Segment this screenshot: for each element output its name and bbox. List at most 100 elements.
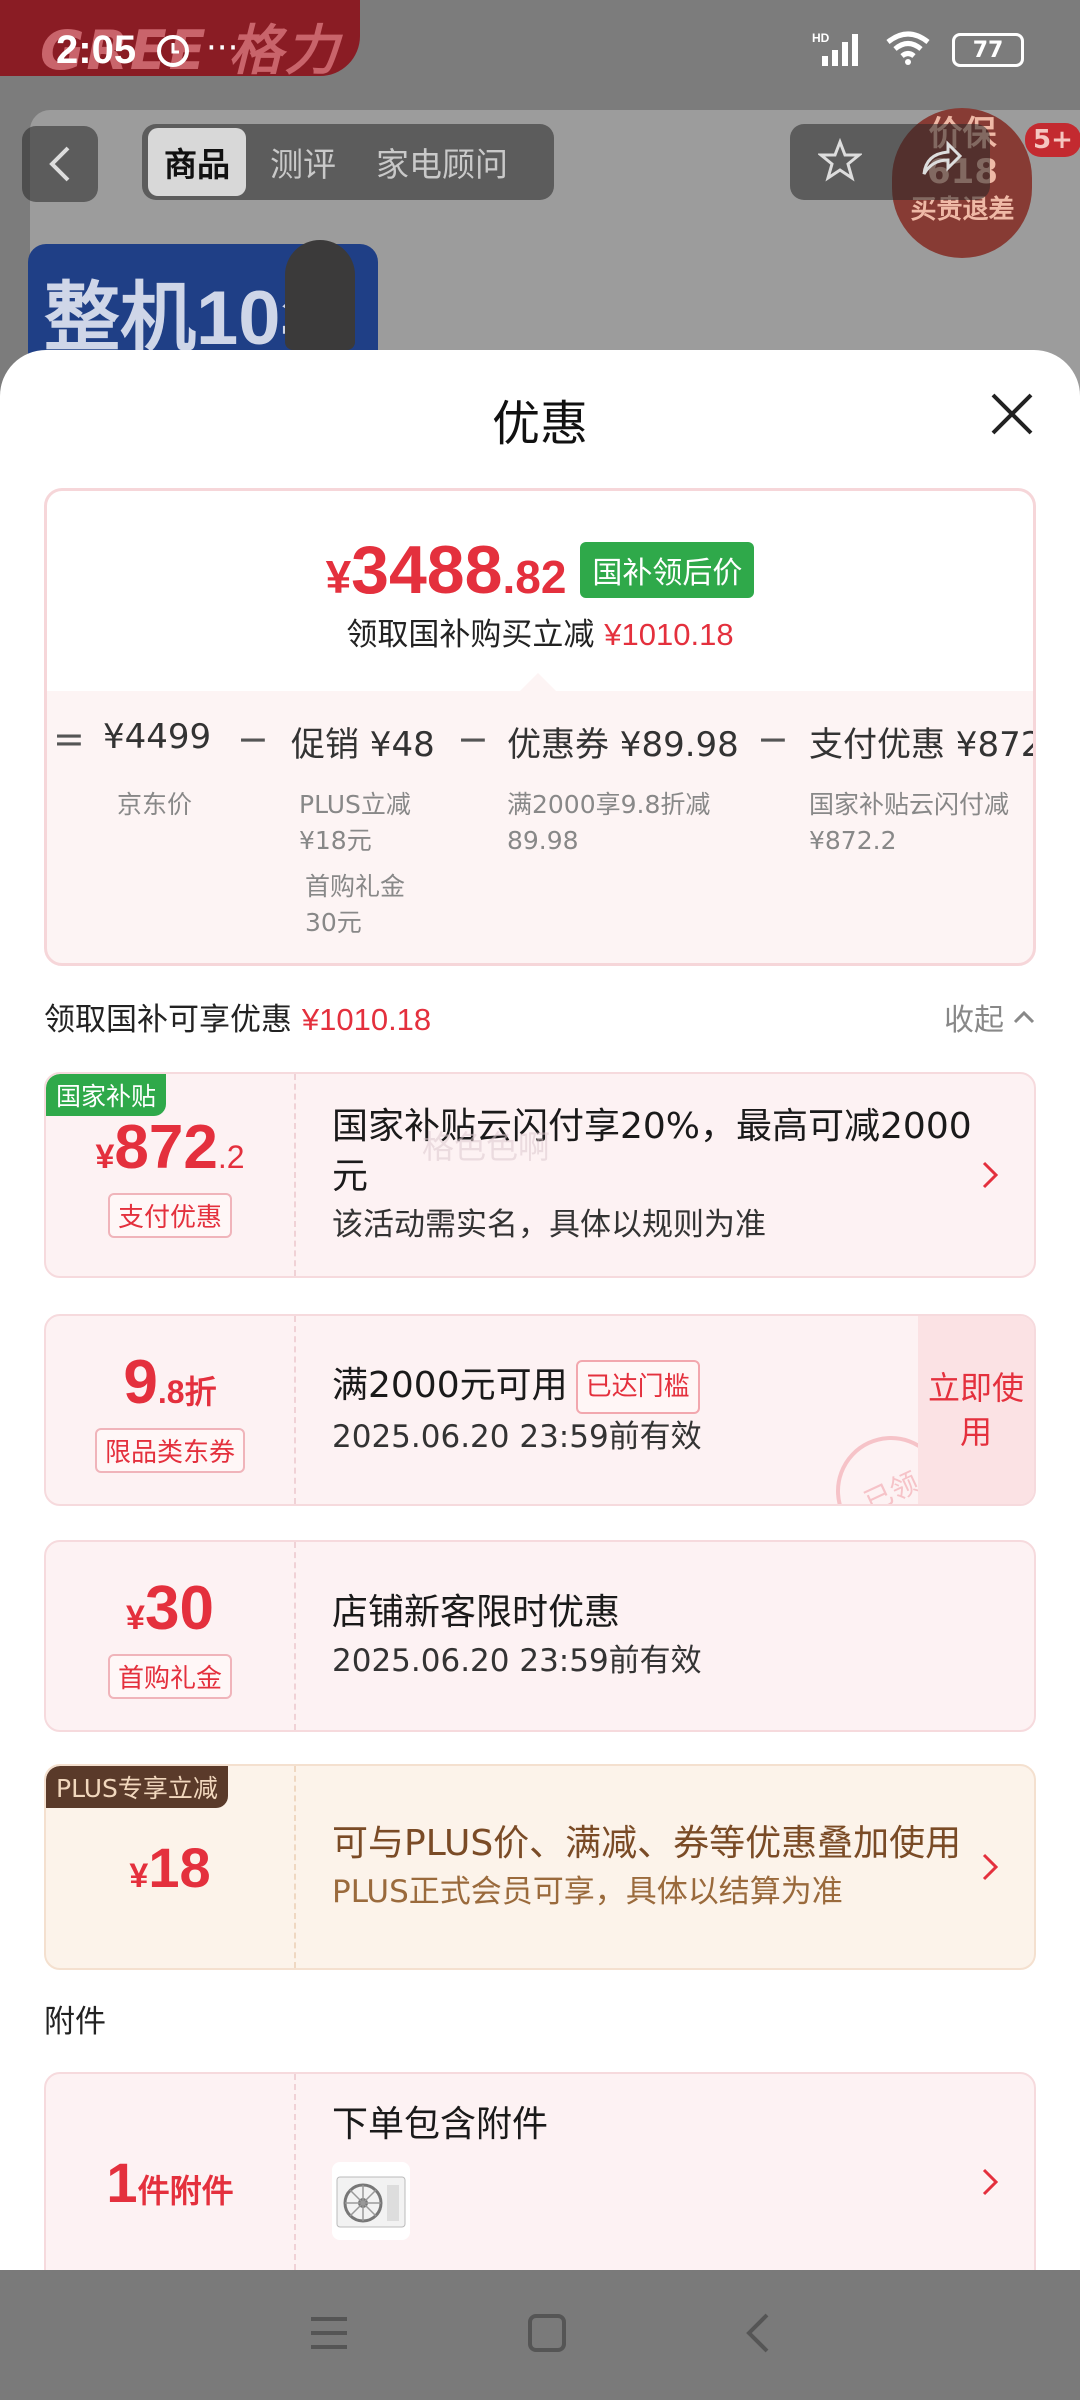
promo-amount: 促销 ¥48 <box>291 725 435 765</box>
equals-sign: = <box>53 717 85 761</box>
final-price-row: ¥3488.82 国补领后价 <box>47 531 1033 609</box>
minus-sign: − <box>237 717 269 761</box>
share-icon[interactable] <box>918 138 963 186</box>
coupon-body: 满2000元可用 已达门槛 2025.06.20 23:59前有效 <box>332 1316 892 1504</box>
amount-currency: ¥ <box>126 1599 145 1637</box>
final-price: ¥3488.82 <box>326 531 567 609</box>
threshold-reached-badge: 已达门槛 <box>575 1360 700 1414</box>
nav-actions <box>790 124 990 200</box>
plus-corner-tag: PLUS专享立减 <box>46 1766 228 1808</box>
cart-count-badge: 5+ <box>1025 123 1080 157</box>
alarm-icon <box>156 34 190 72</box>
final-sub-label: 领取国补购买立减 <box>346 617 595 653</box>
more-dots-icon: ··· <box>206 28 239 68</box>
home-icon[interactable] <box>525 2311 569 2359</box>
amount-int: 872 <box>114 1113 218 1182</box>
chevron-right-icon <box>982 1161 999 1189</box>
coupon-subtitle: PLUS正式会员可享，具体以结算为准 <box>332 1874 843 1910</box>
chevron-right-icon <box>982 2168 999 2196</box>
subsidy-corner-tag: 国家补贴 <box>46 1074 167 1116</box>
promo-desc-line: ¥18元 <box>299 826 372 855</box>
price-summary-card: ¥3488.82 国补领后价 领取国补购买立减 ¥1010.18 = ¥4499… <box>44 488 1036 966</box>
promo-desc: PLUS立减 ¥18元 首购礼金 30元 <box>299 787 411 941</box>
amount-int: 18 <box>148 1835 211 1899</box>
promo-desc-line: PLUS立减 <box>299 790 411 819</box>
amount-int: 30 <box>144 1574 214 1643</box>
amount-unit: 折 <box>184 1373 217 1411</box>
first-purchase-card: ¥30 首购礼金 店铺新客限时优惠 2025.06.20 23:59前有效 <box>44 1540 1036 1732</box>
pay-amount: 支付优惠 ¥872. <box>809 725 1036 765</box>
wifi-icon <box>884 30 932 70</box>
discount-sheet: 优惠 ¥3488.82 国补领后价 领取国补购买立减 ¥1010.18 = ¥4… <box>0 350 1080 2270</box>
coupon-type-pill: 支付优惠 <box>107 1193 232 1238</box>
tab-product[interactable]: 商品 <box>148 128 246 196</box>
coupon-amount: 9.8 折 <box>123 1347 216 1418</box>
back-icon[interactable] <box>743 2311 773 2359</box>
close-icon <box>991 393 1033 435</box>
coupon-value-panel: 9.8 折 限品类东券 <box>46 1316 296 1504</box>
amount-currency: ¥ <box>95 1138 115 1176</box>
subsidy-section-header: 领取国补可享优惠 ¥1010.18 收起 <box>44 994 1036 1039</box>
tab-advisor[interactable]: 家电顾问 <box>360 128 524 196</box>
coupon-amount: ¥872.2 <box>95 1112 244 1183</box>
product-tabs: 商品 测评 家电顾问 <box>142 124 554 200</box>
subsidy-section-amount: ¥1010.18 <box>301 1002 432 1037</box>
amount-dec: .8 <box>157 1374 185 1410</box>
coupon-type-pill: 首购礼金 <box>107 1654 232 1699</box>
amount-currency: ¥ <box>129 1856 149 1895</box>
close-button[interactable] <box>976 378 1048 450</box>
final-price-tag: 国补领后价 <box>580 542 755 598</box>
sheet-title: 优惠 <box>491 396 588 452</box>
summary-pointer <box>520 673 556 691</box>
jd-price: ¥4499 <box>103 717 212 757</box>
coupon-validity: 2025.06.20 23:59前有效 <box>332 1643 702 1679</box>
subsidy-section-label: 领取国补可享优惠 <box>44 1002 292 1038</box>
favorite-star-icon[interactable] <box>816 137 864 186</box>
promo-desc-line: 30元 <box>305 908 362 937</box>
price-calc-row: = ¥4499 − 促销 ¥48 − 优惠券 ¥89.98 − 支付优惠 ¥87… <box>47 717 1036 777</box>
coupon-body: 可与PLUS价、满减、券等优惠叠加使用 PLUS正式会员可享，具体以结算为准 <box>332 1766 972 1968</box>
status-bar: 2:05 ··· HD 77 <box>0 0 1080 100</box>
back-button[interactable] <box>22 126 98 202</box>
chevron-right-icon <box>982 1853 999 1881</box>
tab-review[interactable]: 测评 <box>254 128 352 196</box>
minus-sign: − <box>757 717 789 761</box>
coupon-title-row: 满2000元可用 已达门槛 <box>332 1360 892 1414</box>
use-now-button[interactable]: 立即使用 <box>918 1316 1034 1504</box>
accessory-count-panel: 1 件附件 <box>46 2074 296 2270</box>
coupon-title: 满2000元可用 <box>332 1365 568 1406</box>
system-nav-bar <box>0 2270 1080 2400</box>
watermark: 格色色啊 <box>422 1128 551 1166</box>
coupon-desc-line: 满2000享9.8折减 <box>507 790 711 819</box>
accessory-card[interactable]: 1 件附件 下单包含附件 <box>44 2072 1036 2270</box>
jd-price-label: 京东价 <box>117 790 193 819</box>
final-price-int: 3488 <box>351 532 503 608</box>
plus-discount-card[interactable]: ¥18 PLUS专享立减 可与PLUS价、满减、券等优惠叠加使用 PLUS正式会… <box>44 1764 1036 1970</box>
coupon-desc: 满2000享9.8折减 89.98 <box>507 787 710 859</box>
outdoor-unit-icon <box>336 2176 406 2228</box>
subsidy-coupon-card[interactable]: ¥872.2 支付优惠 国家补贴 国家补贴云闪付享20%，最高可减2000元 该… <box>44 1072 1036 1278</box>
signal-icon: HD <box>812 30 864 70</box>
chevron-left-icon <box>49 146 70 182</box>
coupon-title: 店铺新客限时优惠 <box>332 1592 621 1633</box>
coupon-title: 可与PLUS价、满减、券等优惠叠加使用 <box>332 1823 962 1864</box>
coupon-amount: ¥30 <box>126 1573 214 1644</box>
final-sub-amount: ¥1010.18 <box>604 617 734 652</box>
accessory-count: 1 件附件 <box>106 2150 233 2215</box>
svg-text:HD: HD <box>812 31 830 45</box>
accessory-count-unit: 件附件 <box>137 2171 234 2210</box>
accessory-section-title: 附件 <box>44 2004 106 2040</box>
final-sub: 领取国补购买立减 ¥1010.18 <box>47 609 1033 654</box>
coupon-body: 店铺新客限时优惠 2025.06.20 23:59前有效 <box>332 1542 972 1730</box>
coupon-desc-line: 89.98 <box>507 826 579 855</box>
coupon-type-pill: 限品类东券 <box>94 1428 245 1473</box>
collapse-label: 收起 <box>944 1002 1004 1038</box>
collapse-button[interactable]: 收起 <box>944 995 1036 1039</box>
status-icons: HD 77 <box>812 30 1024 70</box>
coupon-body: 国家补贴云闪付享20%，最高可减2000元 该活动需实名，具体以规则为准 <box>332 1074 972 1276</box>
amount-int: 9 <box>123 1348 158 1417</box>
coupon-amount: ¥18 <box>129 1835 210 1900</box>
coupon-validity: 2025.06.20 23:59前有效 <box>332 1419 702 1455</box>
menu-icon[interactable] <box>307 2313 351 2357</box>
subsidy-section-title: 领取国补可享优惠 ¥1010.18 <box>44 994 431 1039</box>
